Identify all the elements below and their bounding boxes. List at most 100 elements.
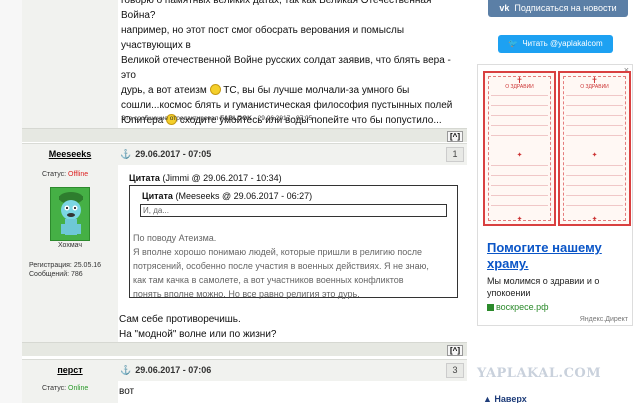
ad-card-right: ✝ О ЗДРАВИИ ✦ ✦ <box>558 71 631 226</box>
card-line <box>566 125 623 126</box>
twitter-bird-icon: 🐦 <box>508 39 519 48</box>
post0-line: Великой отечественной Войне русских солд… <box>121 55 451 81</box>
post0-line: например, но этот пост смог обосрать вер… <box>121 25 405 51</box>
msgs-count: 786 <box>71 271 83 278</box>
vk-subscribe-button[interactable]: vk Подписаться на новости <box>488 0 628 17</box>
post0-line-part: дурь, а вот атеизм <box>121 85 207 96</box>
ad-title[interactable]: Помогите нашему храму. <box>487 240 602 272</box>
edit-note: Это сообщение отредактировал FABLOOK - 2… <box>121 115 312 122</box>
post2-body: вот <box>118 381 467 399</box>
quote-inner-text: И, да... <box>143 206 169 215</box>
post2-status: Статус: Online <box>42 385 88 392</box>
ad-title-line: Помогите нашему <box>487 240 602 255</box>
card-line <box>566 135 623 136</box>
card-border <box>488 76 551 221</box>
scroll-top-button[interactable]: [^] <box>447 131 463 142</box>
quote-outer-header: Цитата (Jimmi @ 29.06.2017 - 10:34) <box>129 173 282 183</box>
post1-reg: Регистрация: 25.05.16 <box>29 262 101 269</box>
card-ornament-icon: ✦ <box>516 216 523 223</box>
avatar[interactable] <box>50 187 90 241</box>
quote-inner: И, да... <box>140 204 447 217</box>
post2-number[interactable]: 3 <box>446 363 464 378</box>
quote-outer-text: По поводу Атеизма. Я вполне хорошо поним… <box>133 231 429 301</box>
card-line <box>491 115 548 116</box>
post1-body: Цитата (Jimmi @ 29.06.2017 - 10:34) Цита… <box>118 165 467 342</box>
status-offline: Offline <box>68 171 89 178</box>
post1-msgs: Сообщений: 786 <box>29 271 83 278</box>
post1-username[interactable]: Meeseeks <box>22 149 118 159</box>
card-line <box>566 185 623 186</box>
scroll-up-link[interactable]: ▲ Наверх <box>483 394 527 403</box>
msgs-label: Сообщений: <box>29 271 70 278</box>
post0-text: говорю о памятных великих датах, так как… <box>118 0 467 128</box>
quote-line: Я вполне хорошо понимаю людей, которые п… <box>133 247 422 257</box>
card-label: О ЗДРАВИИ <box>505 84 534 90</box>
ad-block[interactable]: × ✝ О ЗДРАВИИ ✦ ✦ ✝ О ЗДРАВИИ ✦ ✦ Помоги… <box>477 64 633 326</box>
quote-inner-header: Цитата (Meeseeks @ 29.06.2017 - 06:27) <box>142 191 312 201</box>
edit-note-date: - 29.06.2017 - 07:05 <box>253 115 313 122</box>
post2-username[interactable]: перст <box>22 365 118 375</box>
ad-title-line: храму. <box>487 256 529 271</box>
status-label: Статус: <box>42 385 67 392</box>
card-line <box>566 95 623 96</box>
avatar-image <box>51 188 89 240</box>
post0-line: дурь, а вот атеизм ТС, вы бы лучше молча… <box>121 83 467 98</box>
ad-link[interactable]: воскресе.рф <box>487 302 549 312</box>
quote-outer-label: Цитата <box>129 173 160 183</box>
post0-body: говорю о памятных великих датах, так как… <box>118 0 467 128</box>
site-logo[interactable]: YAPLAKAL.COM <box>477 366 601 381</box>
post1-user-title: Хохмач <box>57 242 83 249</box>
card-line <box>491 135 548 136</box>
quote-line: как там качка в самолете, а вот участник… <box>133 275 404 285</box>
post0-footer-bar: [^] <box>22 128 467 142</box>
card-border <box>563 76 626 221</box>
vk-icon: vk <box>499 3 510 13</box>
card-ornament-icon: ✦ <box>516 152 523 159</box>
card-line <box>491 95 548 96</box>
edit-note-prefix: Это сообщение отредактировал <box>121 115 219 122</box>
scroll-top-button[interactable]: [^] <box>447 345 463 356</box>
ad-source[interactable]: Яндекс.Директ <box>580 316 628 323</box>
card-ornament-icon: ✦ <box>591 216 598 223</box>
card-label: О ЗДРАВИИ <box>580 84 609 90</box>
anchor-icon[interactable]: ⚓ <box>120 149 131 159</box>
twitter-follow-button[interactable]: 🐦 Читать @yaplakalcom <box>498 35 613 53</box>
ad-card-left: ✝ О ЗДРАВИИ ✦ ✦ <box>483 71 556 226</box>
card-line <box>566 105 623 106</box>
ad-desc-line: Мы молимся о здравии и о <box>487 276 600 286</box>
quote-line: понять вполне можно. Но все равно религи… <box>133 289 360 299</box>
edit-note-author[interactable]: FABLOOK <box>220 115 252 122</box>
twitter-follow-label: Читать @yaplakalcom <box>522 39 603 48</box>
anchor-icon[interactable]: ⚓ <box>120 365 131 375</box>
post2-header: перст ⚓ 29.06.2017 - 07:06 3 <box>22 359 467 381</box>
post2-meta: ⚓ 29.06.2017 - 07:06 <box>120 365 211 376</box>
card-line <box>491 125 548 126</box>
site-icon <box>487 304 494 311</box>
card-line <box>566 165 623 166</box>
ad-desc-line: упокоении <box>487 288 531 298</box>
post1-reply: Сам себе противоречишь. На "модной" волн… <box>119 312 276 342</box>
status-label: Статус: <box>42 171 67 178</box>
post0-line: сошли...космос блять и гуманистическая ф… <box>121 100 453 111</box>
card-ornament-icon: ✦ <box>591 152 598 159</box>
reply-line: Сам себе противоречишь. <box>119 314 241 325</box>
post0-line-part: ТС, вы бы лучше молчали-за умного бы <box>220 85 410 96</box>
status-online: Online <box>68 385 89 392</box>
post2-text: вот <box>119 386 135 397</box>
card-line <box>491 195 548 196</box>
card-line <box>491 105 548 106</box>
post1-meta: ⚓ 29.06.2017 - 07:05 <box>120 149 211 160</box>
post1-user-panel: Статус: Offline Хохмач Регистрация: 25.0… <box>22 165 118 342</box>
post0-line: говорю о памятных великих датах, так как… <box>121 0 432 21</box>
card-line <box>491 165 548 166</box>
vk-subscribe-label: Подписаться на новости <box>514 3 617 13</box>
reg-date: 25.05.16 <box>73 262 102 269</box>
post1-status: Статус: Offline <box>42 171 88 178</box>
post1-header: Meeseeks ⚓ 29.06.2017 - 07:05 1 <box>22 143 467 165</box>
reg-label: Регистрация: <box>29 262 72 269</box>
card-line <box>491 205 548 206</box>
post1-number[interactable]: 1 <box>446 147 464 162</box>
quote-outer-meta: (Jimmi @ 29.06.2017 - 10:34) <box>162 173 282 183</box>
smiley-icon <box>209 84 221 95</box>
quote-inner-label: Цитата <box>142 191 173 201</box>
